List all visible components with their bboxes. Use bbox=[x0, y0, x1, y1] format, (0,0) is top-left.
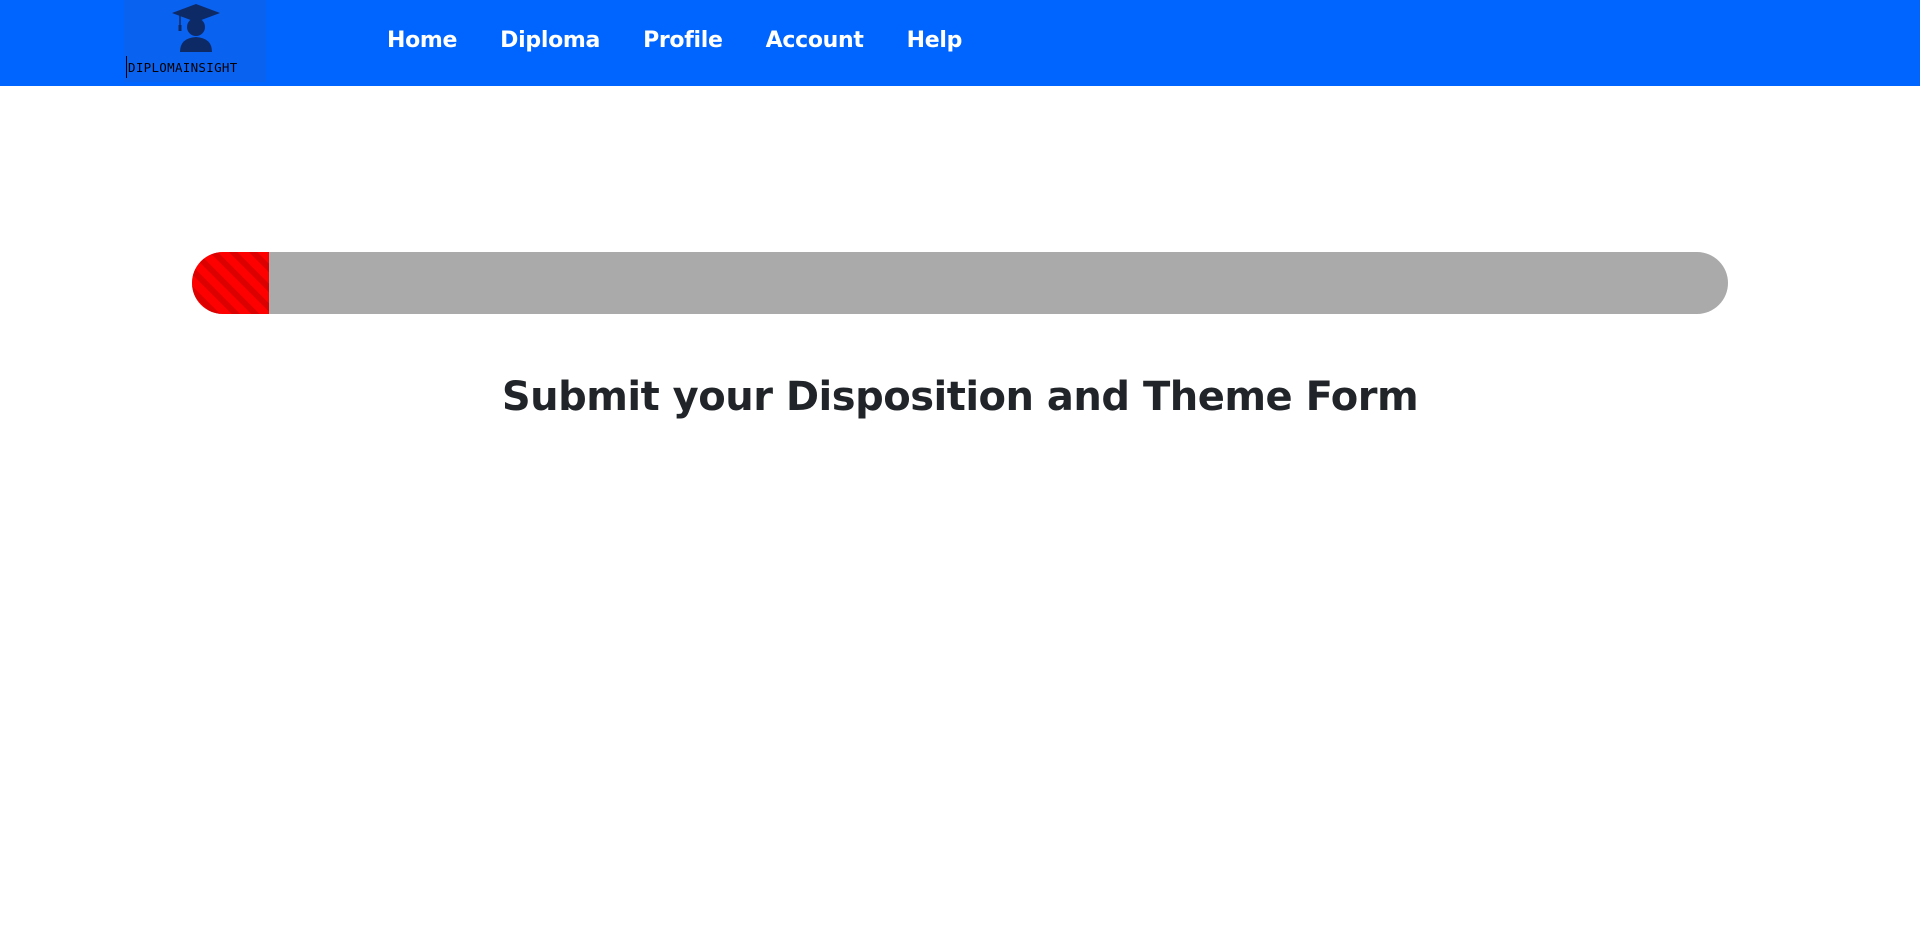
nav-help[interactable]: Help bbox=[907, 28, 963, 53]
graduate-cap-icon bbox=[172, 4, 220, 52]
form-progress-bar bbox=[192, 252, 1728, 314]
progress-fill bbox=[192, 252, 269, 314]
brand-logo[interactable]: DIPLOMAINSIGHT bbox=[124, 0, 266, 82]
main-nav: Home Diploma Profile Account Help bbox=[387, 0, 1005, 80]
page-title: Submit your Disposition and Theme Form bbox=[501, 374, 1419, 420]
logo-divider bbox=[126, 56, 127, 78]
nav-profile[interactable]: Profile bbox=[643, 28, 723, 53]
top-navbar: DIPLOMAINSIGHT Home Diploma Profile Acco… bbox=[0, 0, 1920, 86]
nav-account[interactable]: Account bbox=[766, 28, 864, 53]
brand-name: DIPLOMAINSIGHT bbox=[128, 60, 238, 75]
nav-diploma[interactable]: Diploma bbox=[500, 28, 600, 53]
nav-home[interactable]: Home bbox=[387, 28, 457, 53]
